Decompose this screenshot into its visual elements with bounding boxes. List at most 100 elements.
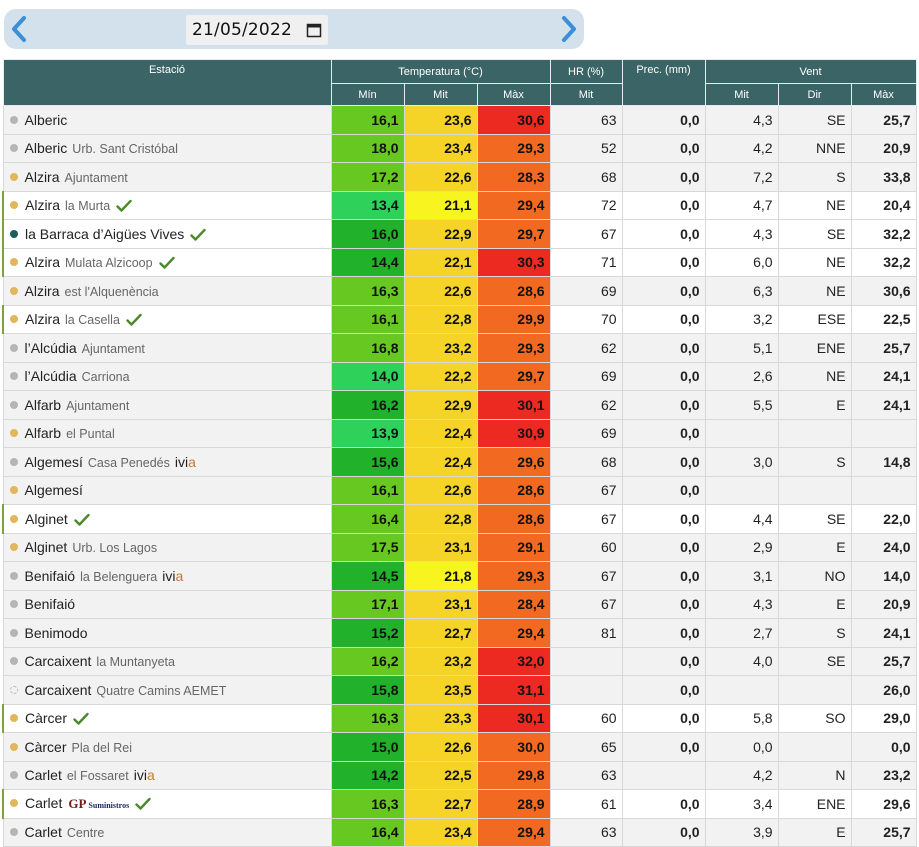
table-row[interactable]: Alfarb el Puntal 13,9 22,4 30,9 69 0,0 — [2, 418, 917, 448]
table-row[interactable]: Alzira la Murta 13,4 21,1 29,4 72 0,0 4,7 NE 20,4 — [2, 190, 917, 220]
table-row[interactable]: la Barraca d’Aigües Vives 16,0 22,9 29,7 67 0… — [2, 219, 917, 249]
table-row[interactable]: l’Alcúdia Ajuntament 16,8 23,2 29,3 62 0,0 5,1 E… — [2, 333, 917, 363]
wind-max-cell: 29,6 — [850, 789, 917, 819]
table-row[interactable]: Alzira Ajuntament 17,2 22,6 28,3 68 0,0 7,2 S 33,… — [2, 162, 917, 192]
hr-mit-cell: 62 — [549, 333, 623, 363]
temp-max-cell: 29,6 — [476, 447, 551, 477]
table-row[interactable]: Alginet Urb. Los Lagos 17,5 23,1 29,1 60 0,0 2,… — [2, 532, 917, 562]
ivia-logo-icon: ivia — [174, 453, 196, 470]
table-row[interactable]: Algemesí 16,1 22,6 28,6 67 0,0 — [2, 475, 917, 505]
temp-min-cell: 16,8 — [330, 333, 405, 363]
calendar-icon[interactable] — [306, 22, 322, 38]
prec-cell — [621, 760, 706, 790]
station-cell[interactable]: Alzira la Murta — [2, 190, 332, 220]
station-cell[interactable]: Càrcer — [2, 703, 332, 733]
hr-mit-cell: 68 — [549, 447, 623, 477]
wind-max-cell: 24,1 — [850, 618, 917, 648]
station-cell[interactable]: Carcaixent la Muntanyeta — [2, 646, 332, 676]
station-cell[interactable]: l’Alcúdia Carriona — [2, 361, 332, 391]
station-cell[interactable]: Algemesí — [2, 475, 332, 505]
header-temp-min[interactable]: Mín — [330, 83, 405, 106]
table-row[interactable]: Alfarb Ajuntament 16,2 22,9 30,1 62 0,0 5,5 E 24,… — [2, 390, 917, 420]
station-cell[interactable]: Benimodo — [2, 618, 332, 648]
table-row[interactable]: Alzira est l'Alquenència 16,3 22,6 28,6 69 0,0… — [2, 276, 917, 306]
table-row[interactable]: Benifaió 17,1 23,1 28,4 67 0,0 4,3 E 20,9 — [2, 589, 917, 619]
header-vent-mit[interactable]: Mit — [704, 83, 779, 106]
wind-mit-cell: 3,9 — [704, 817, 779, 847]
header-temperatura: Temperatura (°C) — [330, 59, 551, 84]
table-row[interactable]: Benifaió la Belenguera ivia 14,5 21,8 29,3 67 0… — [2, 561, 917, 591]
wind-mit-cell — [704, 418, 779, 448]
date-input[interactable]: 21/05/2022 — [186, 15, 328, 45]
table-row[interactable]: Carcaixent la Muntanyeta 16,2 23,2 32,0 0,0 4,… — [2, 646, 917, 676]
station-cell[interactable]: Alginet — [2, 504, 332, 534]
table-row[interactable]: Alginet 16,4 22,8 28,6 67 0,0 4,4 SE 22,0 — [2, 504, 917, 534]
hr-mit-cell: 71 — [549, 247, 623, 277]
station-cell[interactable]: Benifaió la Belenguera ivia — [2, 561, 332, 591]
table-row[interactable]: Carcaixent Quatre Camins AEMET 15,8 23,5 31,… — [2, 675, 917, 705]
next-day-button[interactable] — [556, 13, 582, 45]
temp-max-cell: 32,0 — [476, 646, 551, 676]
temp-max-cell: 30,1 — [476, 703, 551, 733]
previous-day-button[interactable] — [6, 13, 32, 45]
station-cell[interactable]: Carlet el Fossaret ivia — [2, 760, 332, 790]
table-row[interactable]: Alberic Urb. Sant Cristóbal 18,0 23,4 29,3 52… — [2, 133, 917, 163]
station-cell[interactable]: Benifaió — [2, 589, 332, 619]
status-dot-icon — [9, 144, 18, 153]
header-estacio[interactable]: Estació — [2, 59, 332, 106]
station-cell[interactable]: Càrcer Pla del Rei — [2, 732, 332, 762]
wind-mit-cell: 4,3 — [704, 105, 779, 135]
table-row[interactable]: Alzira Mulata Alzicoop 14,4 22,1 30,3 71 0,0 6,… — [2, 247, 917, 277]
table-row[interactable]: Algemesí Casa Penedés ivia 15,6 22,4 29,6 68 0,… — [2, 447, 917, 477]
validated-check-icon — [74, 513, 90, 526]
station-cell[interactable]: Alginet Urb. Los Lagos — [2, 532, 332, 562]
header-hr-mit[interactable]: Mit — [549, 83, 623, 106]
station-name: Carlet — [24, 767, 62, 784]
station-cell[interactable]: Alzira est l'Alquenència — [2, 276, 332, 306]
header-vent-dir[interactable]: Dir — [777, 83, 852, 106]
station-cell[interactable]: Alzira Ajuntament — [2, 162, 332, 192]
header-temp-mit[interactable]: Mit — [403, 83, 478, 106]
status-dot-icon — [9, 400, 18, 409]
header-prec[interactable]: Prec. (mm) — [621, 59, 706, 106]
station-cell[interactable]: Carlet GP Suministros — [2, 789, 332, 819]
table-row[interactable]: Alzira la Casella 16,1 22,8 29,9 70 0,0 3,2 ESE 2… — [2, 304, 917, 334]
prec-cell: 0,0 — [621, 133, 706, 163]
station-cell[interactable]: Alfarb Ajuntament — [2, 390, 332, 420]
station-location: Casa Penedés — [87, 455, 170, 470]
table-row[interactable]: l’Alcúdia Carriona 14,0 22,2 29,7 69 0,0 2,6 NE 2… — [2, 361, 917, 391]
station-cell[interactable]: Alzira Mulata Alzicoop — [2, 247, 332, 277]
wind-max-cell: 22,5 — [850, 304, 917, 334]
station-cell[interactable]: la Barraca d’Aigües Vives — [2, 219, 332, 249]
prec-cell: 0,0 — [621, 817, 706, 847]
table-row[interactable]: Alberic 16,1 23,6 30,6 63 0,0 4,3 SE 25,7 — [2, 105, 917, 135]
station-cell[interactable]: Alfarb el Puntal — [2, 418, 332, 448]
station-cell[interactable]: Alberic Urb. Sant Cristóbal — [2, 133, 332, 163]
hr-mit-cell: 63 — [549, 760, 623, 790]
station-cell[interactable]: Carcaixent Quatre Camins AEMET — [2, 675, 332, 705]
wind-max-cell: 14,8 — [850, 447, 917, 477]
wind-mit-cell — [704, 675, 779, 705]
station-cell[interactable]: Alzira la Casella — [2, 304, 332, 334]
temp-min-cell: 16,1 — [330, 105, 405, 135]
wind-max-cell: 26,0 — [850, 675, 917, 705]
wind-dir-cell: SE — [777, 105, 852, 135]
prec-cell: 0,0 — [621, 304, 706, 334]
table-row[interactable]: Carlet GP Suministros 16,3 22,7 28,9 61 0,0 3,4 E… — [2, 789, 917, 819]
station-cell[interactable]: Alberic — [2, 105, 332, 135]
table-row[interactable]: Benimodo 15,2 22,7 29,4 81 0,0 2,7 S 24,1 — [2, 618, 917, 648]
temp-max-cell: 29,4 — [476, 190, 551, 220]
table-row[interactable]: Càrcer Pla del Rei 15,0 22,6 30,0 65 0,0 0,0 0,0 — [2, 732, 917, 762]
table-row[interactable]: Carlet Centre 16,4 23,4 29,4 63 0,0 3,9 E 25,7 — [2, 817, 917, 847]
table-row[interactable]: Càrcer 16,3 23,3 30,1 60 0,0 5,8 SO 29,0 — [2, 703, 917, 733]
station-cell[interactable]: Algemesí Casa Penedés ivia — [2, 447, 332, 477]
station-cell[interactable]: l’Alcúdia Ajuntament — [2, 333, 332, 363]
wind-dir-cell: SO — [777, 703, 852, 733]
header-temp-max[interactable]: Màx — [476, 83, 551, 106]
temp-mit-cell: 23,2 — [403, 333, 478, 363]
station-cell[interactable]: Carlet Centre — [2, 817, 332, 847]
date-value: 21/05/2022 — [192, 20, 292, 40]
header-vent-max[interactable]: Màx — [850, 83, 917, 106]
status-dot-icon — [10, 799, 18, 808]
table-row[interactable]: Carlet el Fossaret ivia 14,2 22,5 29,8 63 4,2 N 2… — [2, 760, 917, 790]
